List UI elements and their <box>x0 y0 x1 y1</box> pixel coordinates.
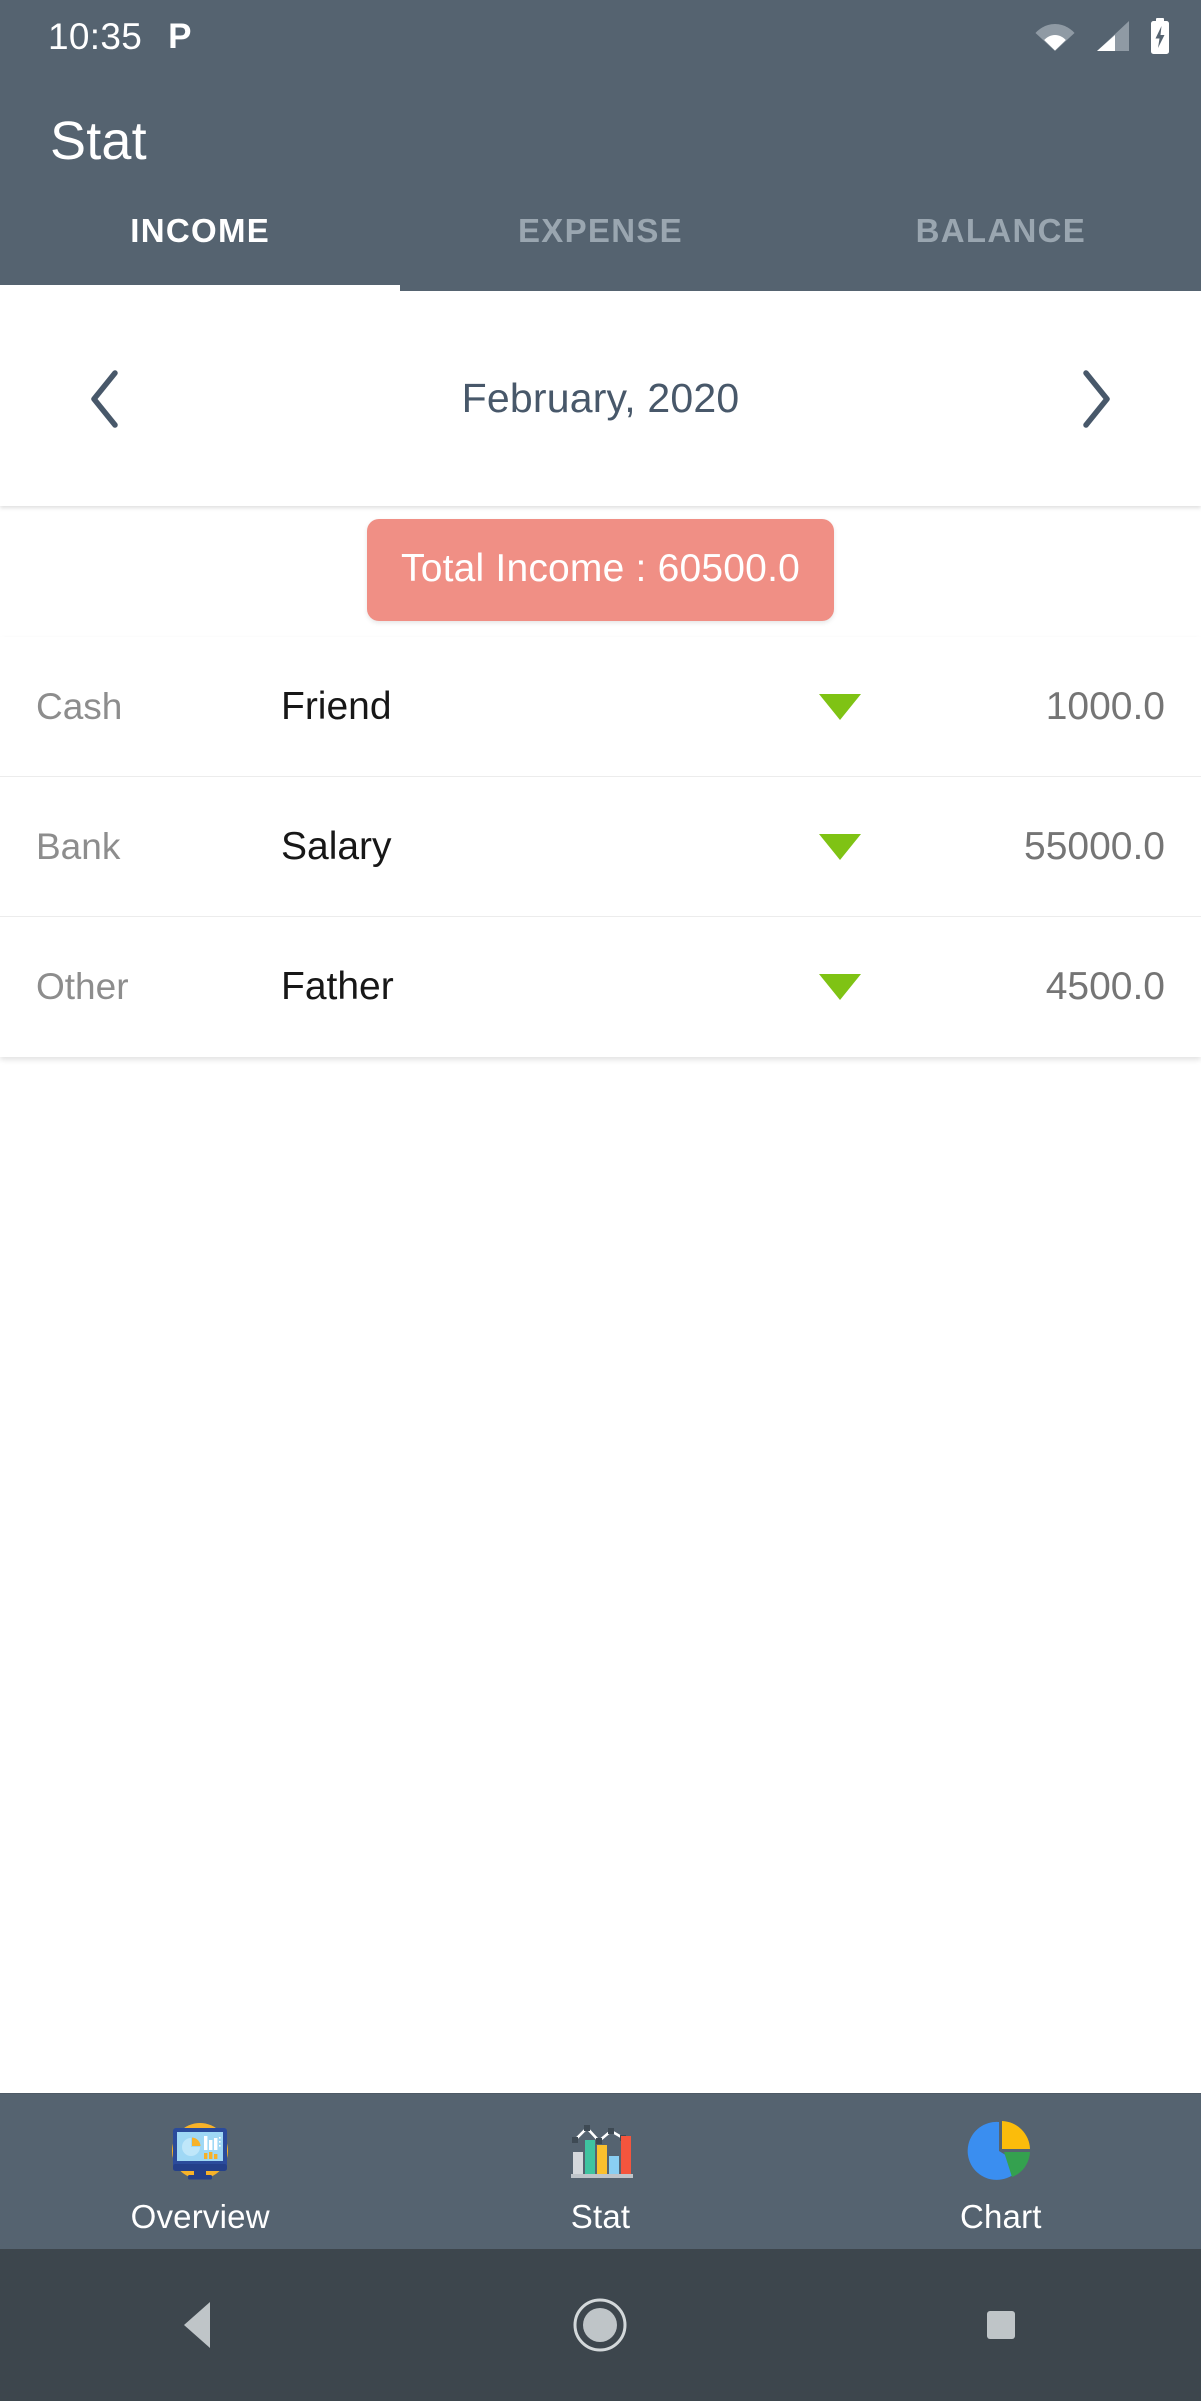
table-row[interactable]: Cash Friend 1000.0 <box>0 637 1201 778</box>
row-amount: 1000.0 <box>1045 684 1165 728</box>
chevron-left-icon <box>85 368 125 430</box>
tab-expense-label: EXPENSE <box>517 212 683 250</box>
status-bar: 10:35 P <box>0 0 1201 72</box>
row-source: Father <box>281 965 394 1009</box>
total-income-badge: Total Income : 60500.0 <box>367 519 834 622</box>
android-navigation-bar <box>0 2249 1201 2401</box>
content-area: February, 2020 Total Income : 60500.0 Ca… <box>0 291 1201 2093</box>
nav-item-overview[interactable]: Overview <box>0 2108 400 2236</box>
row-source: Salary <box>281 824 392 868</box>
nav-item-chart[interactable]: Chart <box>801 2108 1201 2236</box>
table-row[interactable]: Other Father 4500.0 <box>0 917 1201 1057</box>
tab-balance[interactable]: BALANCE <box>801 171 1201 291</box>
tab-expense[interactable]: EXPENSE <box>400 171 800 291</box>
month-label: February, 2020 <box>461 375 740 422</box>
row-amount: 4500.0 <box>1045 965 1165 1009</box>
nav-item-stat[interactable]: Stat <box>400 2108 800 2236</box>
nav-item-stat-label: Stat <box>570 2197 631 2235</box>
row-account: Cash <box>36 685 123 727</box>
next-month-button[interactable] <box>1061 364 1131 434</box>
back-triangle-icon <box>176 2298 224 2352</box>
app-bar: Stat <box>0 72 1201 172</box>
cellular-signal-icon <box>1093 20 1131 52</box>
tab-income[interactable]: INCOME <box>0 171 401 292</box>
row-amount: 55000.0 <box>1024 824 1165 868</box>
nav-item-overview-label: Overview <box>130 2197 270 2235</box>
pie-chart-icon <box>964 2114 1038 2188</box>
nav-item-chart-label: Chart <box>959 2197 1042 2235</box>
battery-charging-icon <box>1149 18 1171 54</box>
previous-month-button[interactable] <box>70 364 140 434</box>
status-bar-right <box>1035 18 1171 54</box>
triangle-down-icon <box>765 833 915 860</box>
p-notification-icon: P <box>168 16 192 56</box>
row-account: Other <box>36 966 129 1008</box>
home-circle-icon <box>570 2295 630 2355</box>
bottom-navigation: Overview Stat Chart <box>0 2093 1201 2249</box>
tab-bar: INCOME EXPENSE BALANCE <box>0 171 1201 292</box>
tab-balance-label: BALANCE <box>915 212 1087 250</box>
status-bar-left: 10:35 P <box>48 18 191 55</box>
month-selector: February, 2020 <box>0 291 1201 507</box>
tab-income-label: INCOME <box>130 212 271 250</box>
triangle-down-icon <box>765 693 915 720</box>
android-back-button[interactable] <box>0 2298 400 2352</box>
status-bar-clock: 10:35 <box>48 15 143 57</box>
dashboard-monitor-icon <box>163 2114 237 2188</box>
income-list: Cash Friend 1000.0 Bank Salary 55000.0 O… <box>0 637 1201 1058</box>
page-title: Stat <box>50 111 147 171</box>
wifi-icon <box>1035 20 1075 52</box>
chevron-right-icon <box>1076 368 1116 430</box>
app-root: 10:35 P Stat INCOME EXPENSE BALANCE Febr… <box>0 0 1201 2401</box>
android-recents-button[interactable] <box>801 2302 1201 2348</box>
bar-chart-icon <box>563 2114 637 2188</box>
total-badge-container: Total Income : 60500.0 <box>0 506 1201 622</box>
row-source: Friend <box>281 684 392 728</box>
table-row[interactable]: Bank Salary 55000.0 <box>0 777 1201 918</box>
android-home-button[interactable] <box>400 2295 800 2355</box>
row-account: Bank <box>36 825 121 867</box>
recents-square-icon <box>978 2302 1024 2348</box>
triangle-down-icon <box>765 974 915 1001</box>
